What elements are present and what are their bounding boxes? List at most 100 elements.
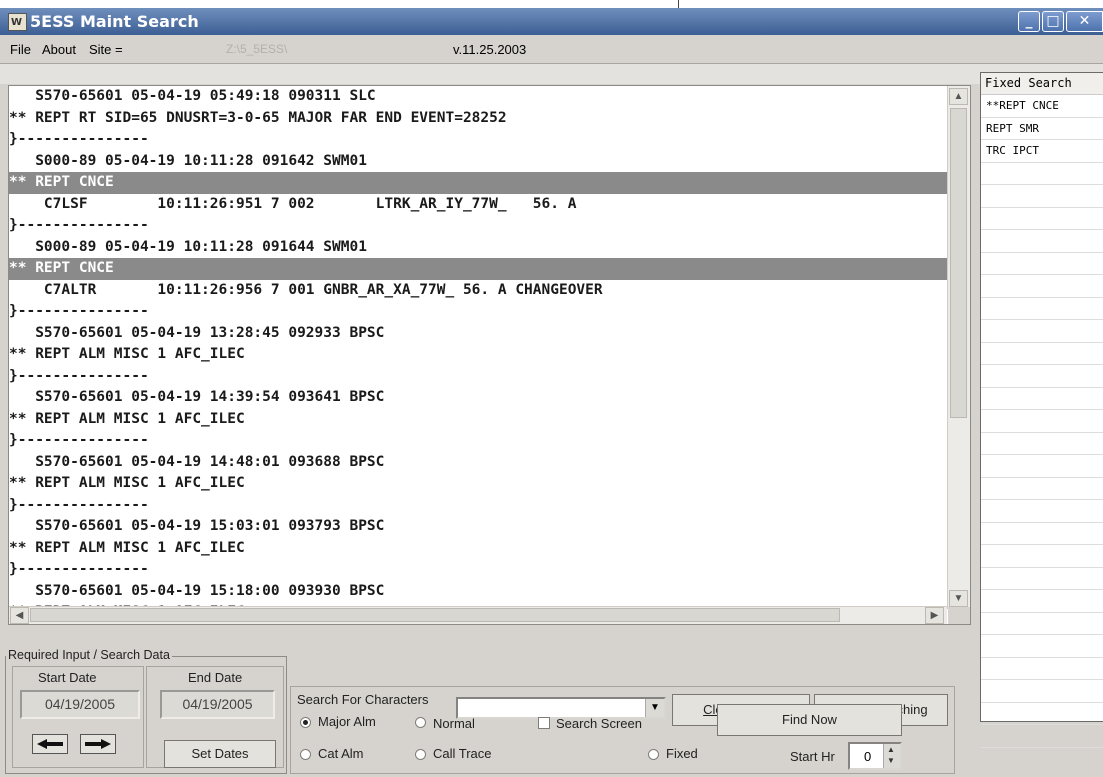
maximize-button[interactable]: □ (1042, 11, 1064, 32)
search-screen-label: Search Screen (556, 716, 642, 731)
log-line: }--------------- (9, 367, 149, 384)
fixed-search-header: Fixed Search (981, 73, 1103, 95)
scroll-up-button[interactable]: ▲ (949, 88, 968, 105)
vertical-scroll-thumb[interactable] (950, 108, 967, 418)
scroll-right-button[interactable]: ▶ (925, 607, 944, 624)
log-line: }--------------- (9, 217, 149, 233)
log-lines: S570-65601 05-04-19 05:49:18 090311 SLC *… (9, 86, 947, 609)
log-output-pane[interactable]: S570-65601 05-04-19 05:49:18 090311 SLC *… (8, 85, 971, 625)
scroll-left-button[interactable]: ◀ (10, 607, 29, 624)
fixed-search-empty-row (981, 703, 1103, 725)
log-line: }--------------- (9, 496, 149, 513)
log-line: S570-65601 05-04-19 05:49:18 090311 SLC (9, 88, 376, 104)
date-back-button[interactable] (32, 734, 68, 754)
log-line: ** REPT RT SID=65 DNUSRT=3-0-65 MAJOR FA… (9, 109, 507, 126)
log-line: S570-65601 05-04-19 15:18:00 093930 BPSC (9, 582, 385, 599)
fixed-search-empty-row (981, 433, 1103, 455)
spin-up-icon[interactable]: ▲ (887, 745, 895, 754)
required-input-label: Required Input / Search Data (6, 648, 172, 662)
start-hr-label: Start Hr (790, 749, 835, 764)
spin-down-icon[interactable]: ▼ (887, 756, 895, 765)
horizontal-scrollbar[interactable]: ◀ ▶ (9, 606, 947, 624)
title-bar[interactable]: W 5ESS Maint Search _ □ ✕ (0, 8, 1103, 35)
close-button[interactable]: ✕ (1066, 11, 1103, 32)
log-line: ** REPT ALM MISC 1 AFC_ILEC (9, 539, 245, 556)
end-date-field[interactable]: 04/19/2005 (160, 690, 275, 719)
fixed-search-empty-row (981, 590, 1103, 613)
fixed-search-empty-row (981, 478, 1103, 500)
menu-about[interactable]: About (42, 42, 76, 57)
log-line: S570-65601 05-04-19 14:39:54 093641 BPSC (9, 389, 385, 405)
date-forward-button[interactable] (80, 734, 116, 754)
log-line: }--------------- (9, 432, 149, 448)
menu-bar: File About Site = Z:\5_5ESS\ v.11.25.200… (0, 35, 1103, 64)
fixed-search-empty-row (981, 545, 1103, 568)
scroll-down-button[interactable]: ▼ (949, 590, 968, 607)
fixed-search-empty-row (981, 185, 1103, 208)
fixed-search-list[interactable]: Fixed Search **REPT CNCE REPT SMR TRC IPCT (980, 72, 1103, 748)
log-line: S570-65601 05-04-19 13:28:45 092933 BPSC (9, 324, 385, 341)
fixed-search-item[interactable]: **REPT CNCE (981, 95, 1103, 118)
radio-fixed[interactable] (648, 749, 659, 760)
log-line: S570-65601 05-04-19 14:48:01 093688 BPSC (9, 453, 385, 470)
fixed-search-item[interactable]: TRC IPCT (981, 140, 1103, 163)
radio-call-trace[interactable] (415, 749, 426, 760)
set-dates-button[interactable]: Set Dates (164, 740, 276, 768)
fixed-search-empty-row (981, 523, 1103, 545)
fixed-search-empty-row (981, 500, 1103, 523)
app-icon: W (8, 13, 27, 31)
log-line: ** REPT ALM MISC 1 AFC_ILEC (9, 410, 245, 427)
radio-cat-alm[interactable] (300, 749, 311, 760)
radio-normal[interactable] (415, 717, 426, 728)
log-line: ** REPT ALM MISC 1 AFC_ILEC (9, 475, 245, 491)
start-hour-value: 0 (864, 749, 872, 764)
normal-label: Normal (433, 716, 475, 731)
chevron-down-icon[interactable]: ▼ (645, 699, 664, 717)
fixed-search-empty-row (981, 613, 1103, 635)
window-title: 5ESS Maint Search (30, 12, 199, 31)
log-line: S000-89 05-04-19 10:11:28 091642 SWM01 (9, 152, 367, 169)
spinner-buttons[interactable]: ▲ ▼ (883, 744, 900, 768)
scroll-corner (948, 607, 970, 624)
log-line: ** REPT CNCE (9, 172, 947, 194)
start-date-field[interactable]: 04/19/2005 (20, 690, 140, 719)
arrow-right-icon (85, 739, 111, 749)
fixed-search-empty-row (981, 568, 1103, 590)
fixed-search-empty-row (981, 658, 1103, 680)
fixed-search-empty-row (981, 680, 1103, 703)
site-path: Z:\5_5ESS\ (226, 42, 288, 56)
end-date-label: End Date (188, 670, 243, 685)
major-alm-label: Major Alm (318, 714, 376, 729)
log-line: ** REPT CNCE (9, 258, 947, 280)
log-line: }--------------- (9, 131, 149, 147)
radio-major-alm[interactable] (300, 717, 311, 728)
fixed-search-empty-row (981, 208, 1103, 230)
log-line: }--------------- (9, 561, 149, 577)
fixed-search-empty-row (981, 343, 1103, 365)
menu-file[interactable]: File (10, 42, 31, 57)
call-trace-label: Call Trace (433, 746, 492, 761)
fixed-search-empty-row (981, 365, 1103, 388)
log-line: }--------------- (9, 303, 149, 319)
content-strip (0, 64, 1103, 84)
start-hour-spinner[interactable]: 0 ▲ ▼ (848, 742, 902, 770)
fixed-search-empty-row (981, 298, 1103, 320)
fixed-search-item[interactable]: REPT SMR (981, 118, 1103, 140)
cat-alm-label: Cat Alm (318, 746, 364, 761)
fixed-search-empty-row (981, 320, 1103, 343)
vertical-scrollbar[interactable]: ▲ ▼ (947, 86, 970, 609)
minimize-button[interactable]: _ (1018, 11, 1040, 32)
search-for-label: Search For Characters (297, 692, 429, 707)
log-line: C7LSF 10:11:26:951 7 002 LTRK_AR_IY_77W_… (9, 195, 577, 212)
start-date-label: Start Date (38, 670, 97, 685)
search-screen-checkbox[interactable] (538, 717, 550, 729)
site-label: Site = (89, 42, 123, 57)
find-now-button[interactable]: Find Now (717, 704, 902, 736)
fixed-search-empty-row (981, 635, 1103, 658)
horizontal-scroll-thumb[interactable] (30, 608, 840, 622)
log-line: S570-65601 05-04-19 15:03:01 093793 BPSC (9, 518, 385, 534)
top-edge-divider (678, 0, 679, 8)
version-label: v.11.25.2003 (453, 42, 527, 57)
fixed-search-empty-row (981, 230, 1103, 253)
top-edge-bg (0, 0, 1103, 8)
